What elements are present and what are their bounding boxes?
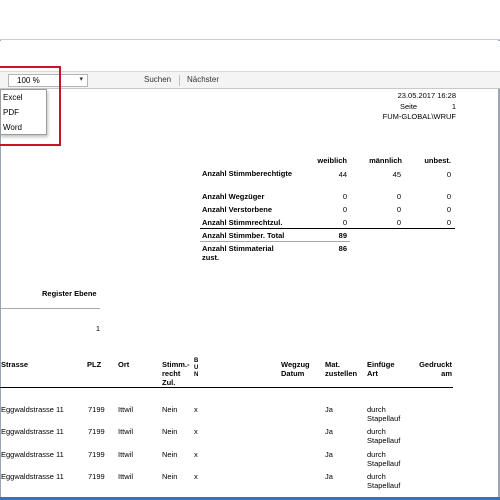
stats-row-maennlich: 0 <box>396 205 401 214</box>
page-number: 1 <box>451 102 456 111</box>
cell-stimmrecht: Nein <box>162 450 178 459</box>
register-label: Register Ebene <box>42 289 97 298</box>
col-header-stimmrecht: Stimm.-recht Zul. <box>162 360 190 387</box>
col-header-bun: B U N <box>194 358 199 378</box>
stats-row-label: Anzahl Stimmberechtigte <box>202 169 293 178</box>
cell-einfuege: durch Stapellauf <box>367 427 401 445</box>
col-header-strasse: Strasse <box>1 360 29 369</box>
table-header-divider <box>0 387 453 388</box>
cell-mat: Ja <box>325 427 333 436</box>
report-date: 23.05.2017 16:28 <box>397 91 456 100</box>
report-toolbar: 100 % ▾ Suchen Nächster <box>0 71 500 89</box>
stats-total-label: Anzahl Stimmber. Total <box>202 231 285 240</box>
stats-row-label: Anzahl Wegzüger <box>202 192 265 201</box>
cell-plz: 7199 <box>88 405 105 414</box>
cell-ort: Ittwil <box>118 472 133 481</box>
stats-total-underline <box>200 241 350 242</box>
annotation-highlight-box <box>0 66 61 146</box>
cell-bun: x <box>194 450 198 459</box>
cell-strasse: Eggwaldstrasse 11 <box>1 405 64 414</box>
stats-header-weiblich: weiblich <box>317 156 347 165</box>
col-header-ort: Ort <box>118 360 130 369</box>
cell-einfuege: durch Stapellauf <box>367 405 401 423</box>
cell-mat: Ja <box>325 405 333 414</box>
stats-row-maennlich: 45 <box>392 170 401 179</box>
ribbon-area <box>0 41 500 71</box>
col-header-plz: PLZ <box>87 360 102 369</box>
report-user: FUM-GLOBAL\WRUF <box>382 112 456 121</box>
stats-row-maennlich: 0 <box>396 218 401 227</box>
cell-mat: Ja <box>325 472 333 481</box>
search-button[interactable]: Suchen <box>144 75 171 84</box>
chevron-down-icon[interactable]: ▾ <box>79 75 83 83</box>
stats-header-unbest: unbest. <box>424 156 451 165</box>
cell-stimmrecht: Nein <box>162 405 178 414</box>
cell-stimmrecht: Nein <box>162 472 178 481</box>
stats-row-unbest: 0 <box>446 170 451 179</box>
stats-material-value: 86 <box>338 244 347 253</box>
stats-row-weiblich: 0 <box>342 192 347 201</box>
cell-ort: Ittwil <box>118 427 133 436</box>
register-value: 1 <box>95 324 100 333</box>
cell-strasse: Eggwaldstrasse 11 <box>1 450 64 459</box>
cell-bun: x <box>194 405 198 414</box>
page-label: Seite <box>400 102 418 111</box>
cell-bun: x <box>194 427 198 436</box>
stats-divider <box>200 228 455 229</box>
col-header-gedruckt: Gedruckt am <box>419 360 452 378</box>
toolbar-divider <box>179 75 180 86</box>
next-button[interactable]: Nächster <box>187 75 219 84</box>
window-header <box>0 0 500 40</box>
col-header-wegzug: Wegzug Datum <box>281 360 310 378</box>
cell-einfuege: durch Stapellauf <box>367 472 401 490</box>
cell-ort: Ittwil <box>118 450 133 459</box>
stats-row-unbest: 0 <box>446 192 451 201</box>
stats-row-maennlich: 0 <box>396 192 401 201</box>
cell-plz: 7199 <box>88 472 105 481</box>
cell-plz: 7199 <box>88 427 105 436</box>
stats-total-value: 89 <box>338 231 347 240</box>
col-header-mat: Mat. zustellen <box>325 360 358 378</box>
cell-strasse: Eggwaldstrasse 11 <box>1 472 64 481</box>
stats-row-unbest: 0 <box>446 218 451 227</box>
stats-material-label: Anzahl Stimmaterial zust. <box>202 244 274 262</box>
stats-row-unbest: 0 <box>446 205 451 214</box>
register-divider <box>0 308 100 309</box>
cell-stimmrecht: Nein <box>162 427 178 436</box>
cell-mat: Ja <box>325 450 333 459</box>
cell-einfuege: durch Stapellauf <box>367 450 401 468</box>
cell-ort: Ittwil <box>118 405 133 414</box>
cell-bun: x <box>194 472 198 481</box>
stats-row-label: Anzahl Stimmrechtzul. <box>202 218 283 227</box>
stats-header-maennlich: männlich <box>369 156 402 165</box>
stats-row-weiblich: 44 <box>338 170 347 179</box>
stats-row-label: Anzahl Verstorbene <box>202 205 273 214</box>
cell-strasse: Eggwaldstrasse 11 <box>1 427 64 436</box>
cell-plz: 7199 <box>88 450 105 459</box>
stats-row-weiblich: 0 <box>342 218 347 227</box>
stats-row-weiblich: 0 <box>342 205 347 214</box>
col-header-einfuege: Einfüge Art <box>367 360 395 378</box>
